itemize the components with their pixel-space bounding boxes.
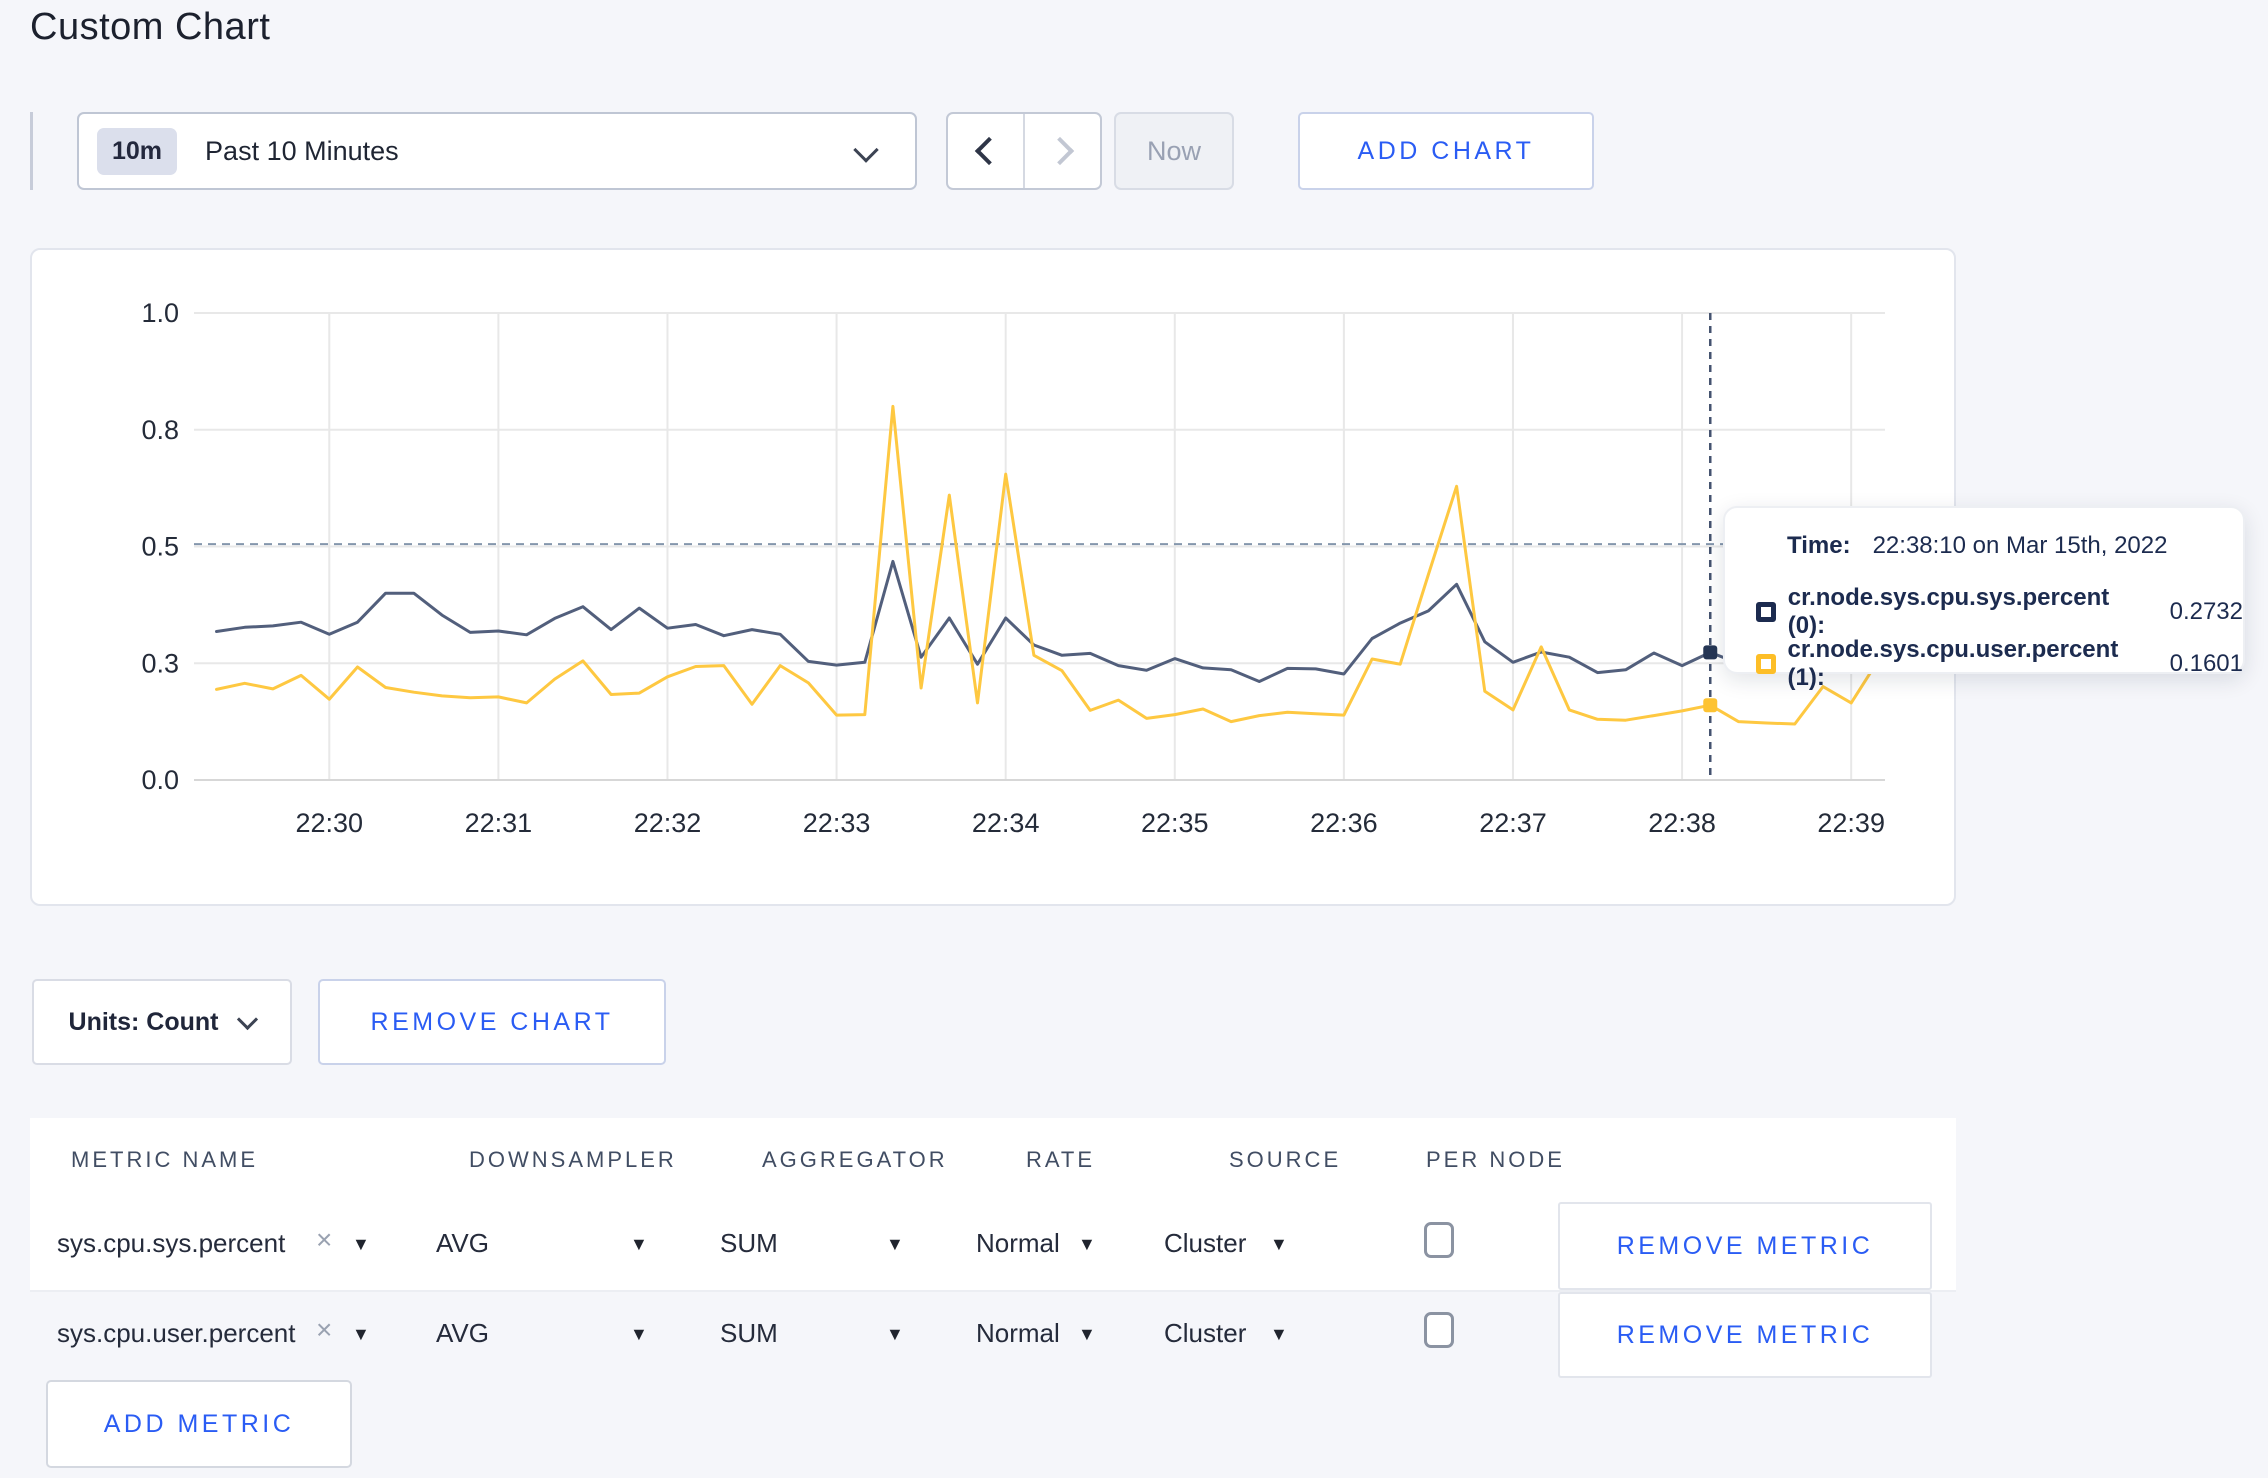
tooltip-series-user-row: cr.node.sys.cpu.user.percent (1): 0.1601 bbox=[1756, 636, 2243, 692]
chevron-right-icon bbox=[1045, 136, 1074, 166]
remove-metric-button[interactable]: REMOVE METRIC bbox=[1558, 1292, 1932, 1378]
col-header-source: SOURCE bbox=[1229, 1147, 1342, 1172]
add-metric-button[interactable]: ADD METRIC bbox=[46, 1380, 352, 1468]
svg-text:22:33: 22:33 bbox=[803, 808, 871, 838]
downsampler-value[interactable]: AVG bbox=[436, 1318, 489, 1349]
units-label: Units: Count bbox=[68, 1007, 219, 1036]
aggregator-caret-icon[interactable]: ▼ bbox=[886, 1234, 904, 1255]
timeseries-chart[interactable]: 0.0 0.3 0.5 0.8 1.0 22:30 22:31 22:32 22:33 22:34… bbox=[32, 250, 1954, 904]
metric-dropdown-caret-icon[interactable]: ▼ bbox=[352, 1234, 370, 1255]
prev-interval-button[interactable] bbox=[948, 114, 1023, 188]
col-header-metric-name: METRIC NAME bbox=[71, 1147, 258, 1172]
svg-text:1.0: 1.0 bbox=[141, 298, 179, 328]
remove-chart-button[interactable]: REMOVE CHART bbox=[318, 979, 666, 1065]
time-range-select[interactable]: 10m Past 10 Minutes bbox=[77, 112, 917, 190]
clear-metric-x-icon[interactable]: × bbox=[316, 1224, 332, 1256]
tooltip-time-label: Time: bbox=[1787, 532, 1851, 559]
toolbar-divider bbox=[30, 112, 33, 190]
downsampler-value[interactable]: AVG bbox=[436, 1228, 489, 1259]
aggregator-caret-icon[interactable]: ▼ bbox=[886, 1324, 904, 1345]
tooltip-sys-value: 0.2732 bbox=[2169, 598, 2243, 625]
svg-text:22:34: 22:34 bbox=[972, 808, 1040, 838]
source-value[interactable]: Cluster bbox=[1164, 1318, 1246, 1349]
chart-tooltip: Time: 22:38:10 on Mar 15th, 2022 cr.node… bbox=[1723, 506, 2245, 691]
rate-caret-icon[interactable]: ▼ bbox=[1078, 1234, 1096, 1255]
aggregator-value[interactable]: SUM bbox=[720, 1318, 778, 1349]
col-header-rate: RATE bbox=[1026, 1147, 1096, 1172]
chevron-down-icon bbox=[853, 137, 879, 163]
metric-name-value: sys.cpu.sys.percent bbox=[57, 1228, 286, 1258]
sys-series-legend-icon bbox=[1756, 602, 1776, 622]
col-header-aggregator: AGGREGATOR bbox=[762, 1147, 948, 1172]
svg-text:22:32: 22:32 bbox=[634, 808, 702, 838]
svg-text:22:31: 22:31 bbox=[465, 808, 533, 838]
time-range-label: Past 10 Minutes bbox=[205, 135, 399, 166]
rate-caret-icon[interactable]: ▼ bbox=[1078, 1324, 1096, 1345]
clear-metric-x-icon[interactable]: × bbox=[316, 1314, 332, 1346]
per-node-checkbox[interactable] bbox=[1424, 1222, 1454, 1258]
svg-text:22:39: 22:39 bbox=[1817, 808, 1885, 838]
col-header-per-node: PER NODE bbox=[1426, 1147, 1565, 1172]
downsampler-caret-icon[interactable]: ▼ bbox=[630, 1234, 648, 1255]
metric-dropdown-caret-icon[interactable]: ▼ bbox=[352, 1324, 370, 1345]
source-caret-icon[interactable]: ▼ bbox=[1270, 1234, 1288, 1255]
per-node-checkbox[interactable] bbox=[1424, 1312, 1454, 1348]
svg-text:22:37: 22:37 bbox=[1479, 808, 1547, 838]
rate-value[interactable]: Normal bbox=[976, 1228, 1060, 1259]
svg-text:22:38: 22:38 bbox=[1648, 808, 1716, 838]
svg-text:0.3: 0.3 bbox=[141, 648, 179, 678]
tooltip-user-value: 0.1601 bbox=[2169, 650, 2243, 677]
chart-card: 0.0 0.3 0.5 0.8 1.0 22:30 22:31 22:32 22:33 22:34… bbox=[30, 248, 1956, 906]
remove-metric-button[interactable]: REMOVE METRIC bbox=[1558, 1202, 1932, 1290]
units-select[interactable]: Units: Count bbox=[32, 979, 292, 1065]
aggregator-value[interactable]: SUM bbox=[720, 1228, 778, 1259]
add-chart-button[interactable]: ADD CHART bbox=[1298, 112, 1594, 190]
tooltip-time-row: Time: 22:38:10 on Mar 15th, 2022 bbox=[1787, 532, 2167, 560]
svg-text:22:30: 22:30 bbox=[295, 808, 363, 838]
source-value[interactable]: Cluster bbox=[1164, 1228, 1246, 1259]
user-series-legend-icon bbox=[1756, 654, 1776, 674]
time-pager bbox=[946, 112, 1102, 190]
page-title: Custom Chart bbox=[30, 6, 271, 48]
tooltip-sys-name: cr.node.sys.cpu.sys.percent (0): bbox=[1787, 584, 2110, 639]
rate-value[interactable]: Normal bbox=[976, 1318, 1060, 1349]
svg-text:0.8: 0.8 bbox=[141, 415, 179, 445]
svg-text:0.5: 0.5 bbox=[141, 532, 179, 562]
svg-text:0.0: 0.0 bbox=[141, 765, 179, 795]
tooltip-time-value: 22:38:10 on Mar 15th, 2022 bbox=[1872, 532, 2168, 559]
time-range-badge: 10m bbox=[97, 127, 178, 175]
next-interval-button[interactable] bbox=[1023, 114, 1100, 188]
svg-text:22:36: 22:36 bbox=[1310, 808, 1378, 838]
col-header-downsampler: DOWNSAMPLER bbox=[469, 1147, 677, 1172]
now-button[interactable]: Now bbox=[1114, 112, 1234, 190]
tooltip-user-name: cr.node.sys.cpu.user.percent (1): bbox=[1787, 636, 2119, 691]
source-caret-icon[interactable]: ▼ bbox=[1270, 1324, 1288, 1345]
chevron-left-icon bbox=[974, 136, 1003, 166]
svg-text:22:35: 22:35 bbox=[1141, 808, 1209, 838]
chevron-down-icon bbox=[237, 1008, 259, 1030]
downsampler-caret-icon[interactable]: ▼ bbox=[630, 1324, 648, 1345]
tooltip-series-sys-row: cr.node.sys.cpu.sys.percent (0): 0.2732 bbox=[1756, 584, 2243, 640]
metric-name-value: sys.cpu.user.percent bbox=[57, 1318, 296, 1348]
